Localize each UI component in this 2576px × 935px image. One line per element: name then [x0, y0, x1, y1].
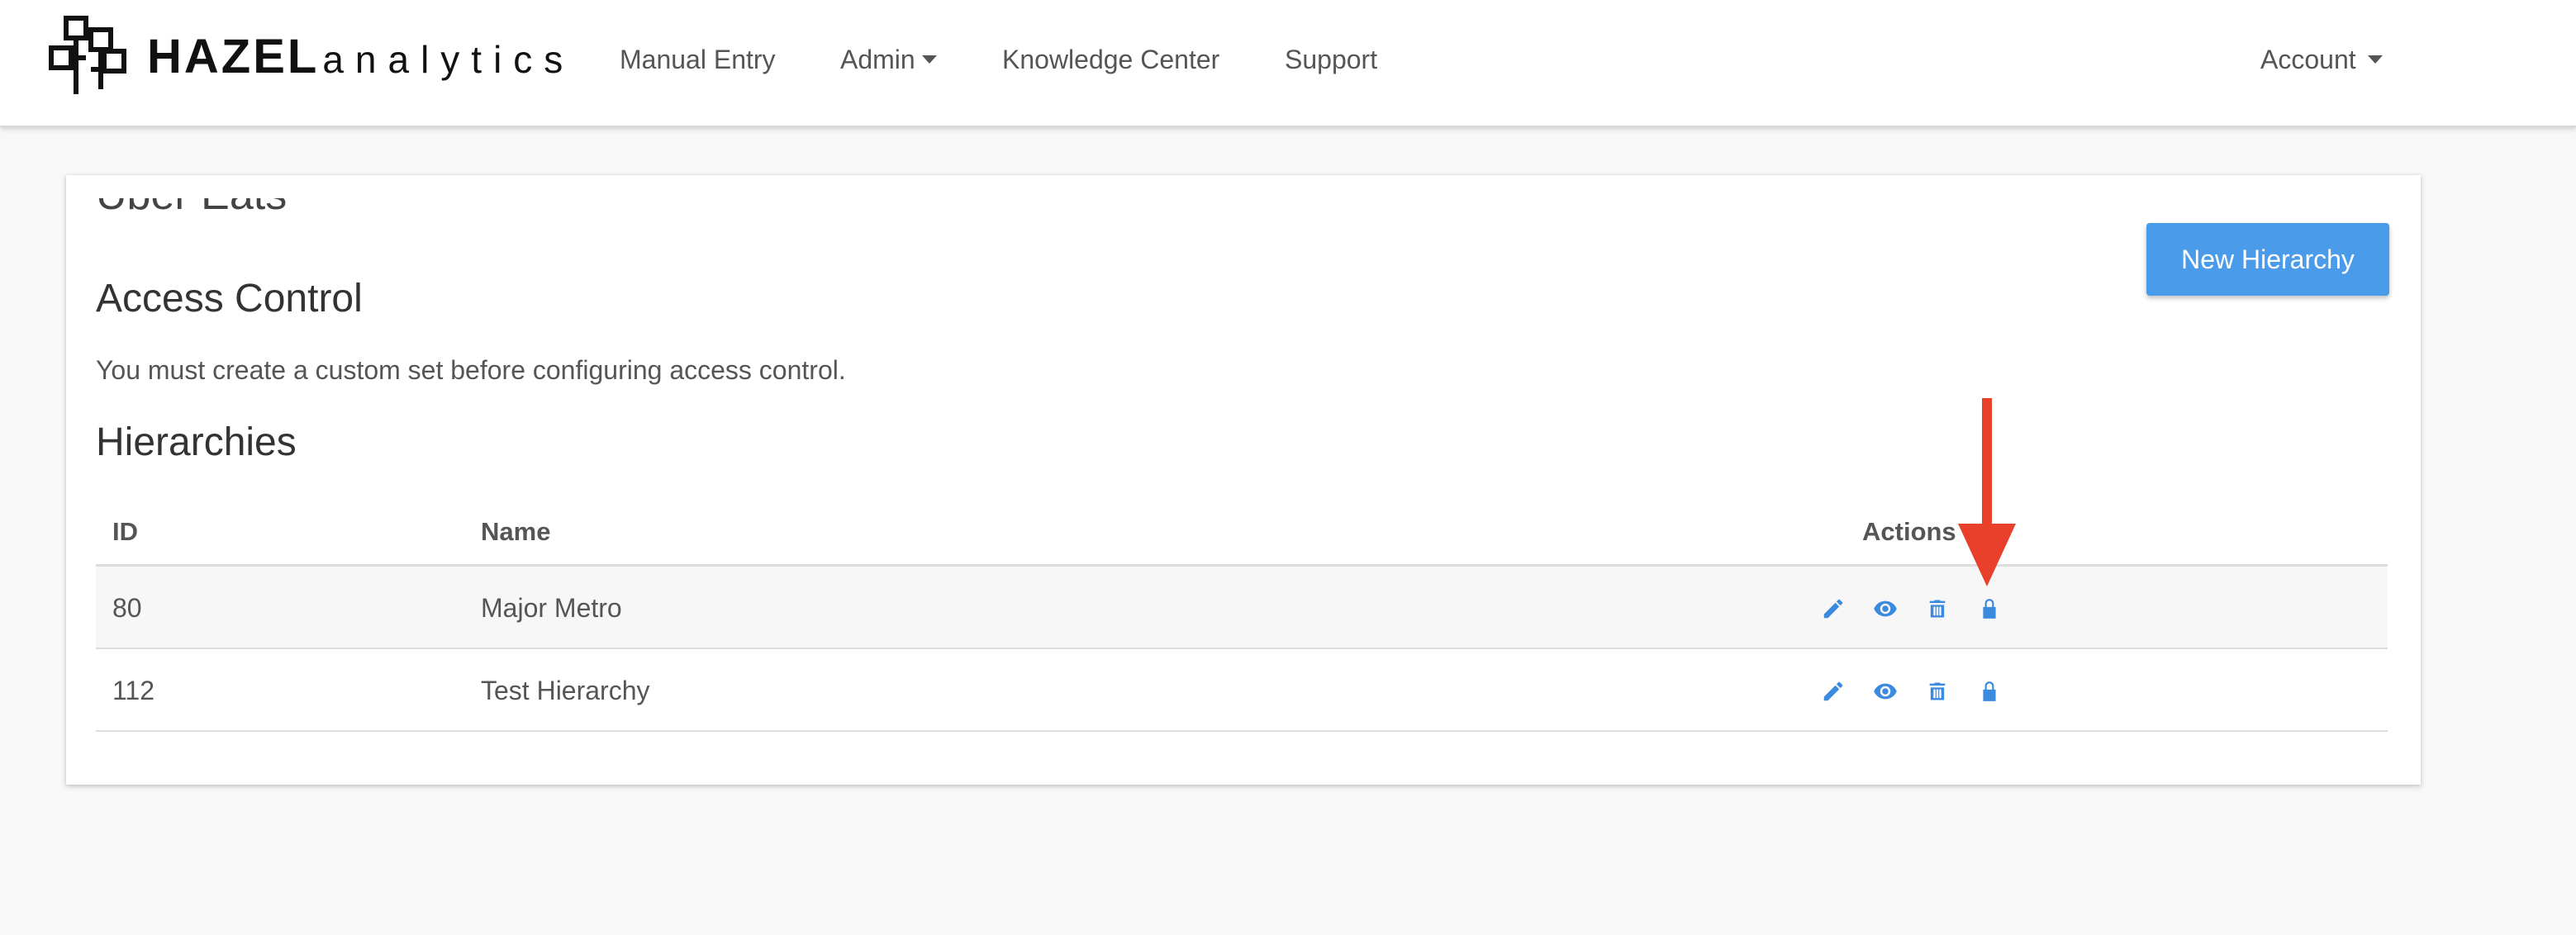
delete-button[interactable]: [1923, 677, 1951, 705]
view-button[interactable]: [1871, 595, 1899, 623]
edit-button[interactable]: [1819, 595, 1847, 623]
eye-icon: [1874, 600, 1897, 617]
brand-subtitle: analytics: [322, 38, 575, 81]
nav-admin-label: Admin: [840, 45, 915, 74]
table-header: ID Name Actions: [96, 497, 2388, 567]
nav-account-label: Account: [2260, 45, 2356, 74]
top-navbar: HAZEL analytics Manual Entry Admin Knowl…: [0, 0, 2576, 127]
access-control-button[interactable]: [1975, 595, 2003, 623]
table-row: 80 Major Metro: [96, 567, 2388, 649]
column-header-actions: Actions: [1862, 517, 1956, 546]
hierarchies-table: ID Name Actions 80 Major Metro 112 Test …: [96, 497, 2388, 732]
lock-icon: [1983, 681, 1996, 701]
row-actions: [1819, 595, 2027, 623]
nav-account-dropdown[interactable]: Account: [2260, 41, 2383, 78]
row-name: Test Hierarchy: [481, 676, 650, 705]
nav-manual-entry[interactable]: Manual Entry: [620, 41, 776, 78]
hierarchies-heading: Hierarchies: [96, 420, 297, 464]
column-header-id: ID: [112, 517, 138, 546]
trash-icon: [1929, 682, 1946, 700]
row-id: 80: [112, 593, 142, 623]
hierarchies-card: Uber Eats Access Control You must create…: [66, 175, 2421, 785]
delete-button[interactable]: [1923, 595, 1951, 623]
row-actions: [1819, 677, 2027, 705]
access-control-message: You must create a custom set before conf…: [96, 355, 846, 385]
row-id: 112: [112, 676, 155, 705]
trash-icon: [1929, 600, 1946, 618]
view-button[interactable]: [1871, 677, 1899, 705]
nav-support[interactable]: Support: [1285, 41, 1377, 78]
eye-icon: [1874, 683, 1897, 700]
row-name: Major Metro: [481, 593, 622, 623]
table-row: 112 Test Hierarchy: [96, 649, 2388, 732]
chevron-down-icon: [2367, 55, 2383, 64]
pencil-icon: [1823, 681, 1843, 701]
hazel-logo-icon: [49, 16, 126, 94]
annotation-arrow-icon: [1958, 398, 2016, 586]
nav-knowledge-center[interactable]: Knowledge Center: [1002, 41, 1219, 78]
brand-logo-link[interactable]: HAZEL analytics: [48, 15, 574, 97]
nav-admin-dropdown[interactable]: Admin: [840, 41, 937, 78]
new-hierarchy-button[interactable]: New Hierarchy: [2146, 223, 2389, 296]
column-header-name: Name: [481, 517, 551, 546]
brand-name: HAZEL: [147, 29, 320, 83]
chevron-down-icon: [921, 55, 937, 64]
access-control-heading: Access Control: [96, 277, 363, 320]
access-control-button[interactable]: [1975, 677, 2003, 705]
edit-button[interactable]: [1819, 677, 1847, 705]
lock-icon: [1983, 599, 1996, 619]
company-title-clipped: Uber Eats: [96, 198, 592, 221]
company-title: Uber Eats: [96, 198, 287, 220]
pencil-icon: [1823, 599, 1843, 619]
